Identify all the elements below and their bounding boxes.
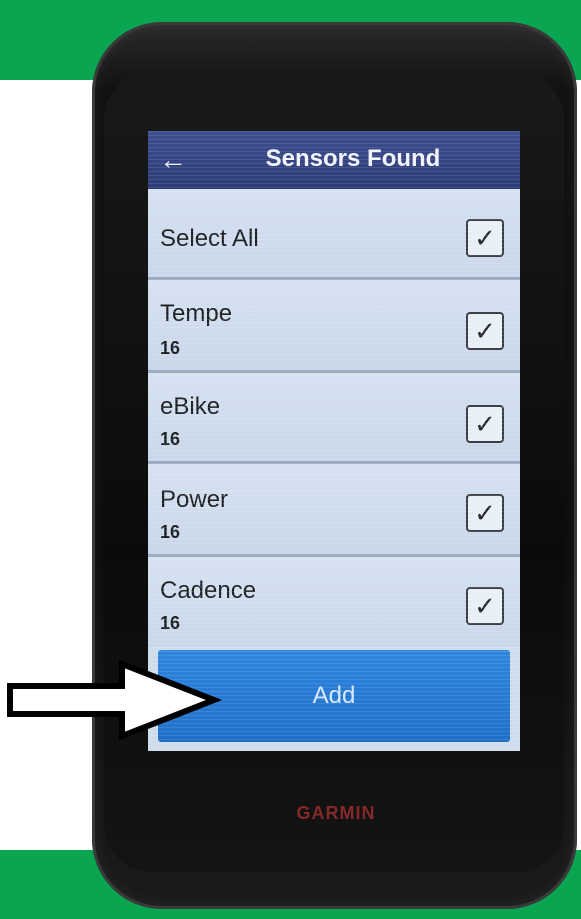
list-item-cadence[interactable]: Cadence 16 ✓	[148, 557, 520, 647]
sensor-name: eBike	[160, 393, 221, 420]
list-item-tempe[interactable]: Tempe 16 ✓	[148, 280, 520, 373]
pointer-arrow-icon	[7, 659, 223, 741]
arrow-left-icon: ←	[159, 144, 187, 175]
back-button[interactable]: ←	[156, 143, 190, 177]
sensor-id: 16	[160, 429, 181, 449]
select-all-checkbox[interactable]: ✓	[466, 219, 504, 257]
sensor-id: 16	[160, 613, 181, 633]
list-item-power[interactable]: Power 16 ✓	[148, 464, 520, 557]
checkmark-icon: ✓	[474, 223, 496, 253]
checkmark-icon: ✓	[474, 498, 496, 528]
list-item-select-all[interactable]: Select All ✓	[148, 189, 520, 280]
select-all-label: Select All	[160, 225, 259, 252]
sensor-id: 16	[160, 338, 181, 358]
sensor-checkbox[interactable]: ✓	[466, 494, 504, 532]
checkmark-icon: ✓	[474, 409, 496, 439]
page-title: Sensors Found	[265, 145, 441, 172]
sensor-id: 16	[160, 522, 181, 542]
sensor-checkbox[interactable]: ✓	[466, 312, 504, 350]
title-bar: ← Sensors Found	[148, 131, 520, 189]
sensor-checkbox[interactable]: ✓	[466, 587, 504, 625]
sensor-checkbox[interactable]: ✓	[466, 405, 504, 443]
photo-stage: ← Sensors Found Select All ✓ Tempe 16 ✓ …	[0, 0, 581, 919]
checkmark-icon: ✓	[474, 316, 496, 346]
checkmark-icon: ✓	[474, 591, 496, 621]
list-item-ebike[interactable]: eBike 16 ✓	[148, 373, 520, 464]
sensor-name: Power	[160, 486, 229, 513]
device-brand-logo: GARMIN	[296, 803, 376, 823]
sensor-name: Cadence	[160, 577, 257, 604]
sensor-name: Tempe	[160, 300, 233, 327]
